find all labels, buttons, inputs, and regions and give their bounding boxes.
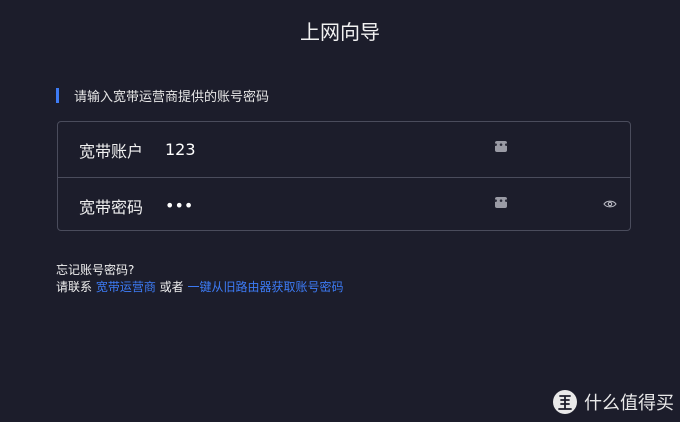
wizard-page: 上网向导 请输入宽带运营商提供的账号密码 宽带账户 ••• 宽带密码 ••• 忘… — [0, 0, 680, 422]
old-router-link[interactable]: 一键从旧路由器获取账号密码 — [187, 280, 343, 294]
account-input[interactable] — [165, 140, 495, 159]
password-label: 宽带密码 — [79, 197, 144, 217]
help-block: 忘记账号密码? 请联系 宽带运营商 或者 一键从旧路由器获取账号密码 — [56, 262, 344, 296]
help-prefix: 请联系 — [56, 280, 96, 294]
section-label: 请输入宽带运营商提供的账号密码 — [74, 89, 270, 105]
account-label: 宽带账户 — [79, 141, 144, 161]
password-row: 宽带密码 ••• — [58, 177, 630, 233]
page-title: 上网向导 — [300, 20, 380, 44]
autofill-dots-icon[interactable]: ••• — [493, 141, 509, 152]
watermark: 什么值得买 — [552, 389, 674, 415]
credentials-form: 宽带账户 ••• 宽带密码 ••• — [57, 121, 631, 231]
help-middle: 或者 — [155, 280, 188, 294]
section-accent-bar — [56, 87, 59, 103]
section-header: 请输入宽带运营商提供的账号密码 — [56, 87, 270, 105]
watermark-text: 什么值得买 — [584, 393, 674, 414]
zhi-logo-icon — [553, 390, 577, 414]
account-row: 宽带账户 ••• — [58, 122, 630, 177]
eye-icon[interactable] — [603, 199, 617, 209]
autofill-dots-icon[interactable]: ••• — [493, 197, 509, 208]
isp-link[interactable]: 宽带运营商 — [96, 280, 156, 294]
help-line: 请联系 宽带运营商 或者 一键从旧路由器获取账号密码 — [56, 279, 344, 296]
password-input[interactable] — [165, 196, 495, 215]
help-title: 忘记账号密码? — [56, 263, 135, 277]
